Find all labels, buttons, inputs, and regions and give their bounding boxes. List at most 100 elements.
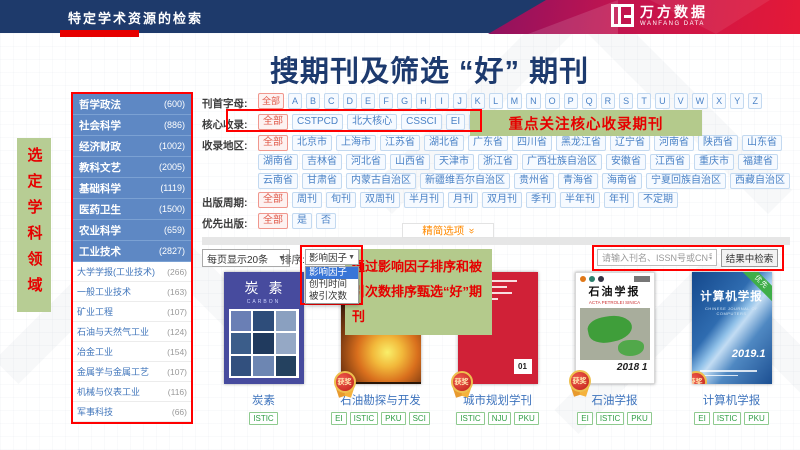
- filter-chip[interactable]: K: [471, 93, 485, 109]
- filter-chip[interactable]: 否: [316, 213, 336, 229]
- filter-chip[interactable]: 浙江省: [478, 154, 518, 170]
- filter-chip[interactable]: 福建省: [738, 154, 778, 170]
- journal-title-link[interactable]: 计算机学报: [703, 392, 761, 408]
- sort-option[interactable]: 创刊时间: [306, 279, 358, 291]
- filter-chip[interactable]: 周刊: [292, 192, 322, 208]
- filter-chip[interactable]: 新疆维吾尔自治区: [420, 173, 510, 189]
- filter-chip-selected[interactable]: 全部: [258, 135, 288, 151]
- filter-chip-selected[interactable]: 全部: [258, 114, 288, 130]
- filter-chip[interactable]: 天津市: [434, 154, 474, 170]
- search-in-results-button[interactable]: 结果中检索: [721, 249, 778, 267]
- filter-chip[interactable]: 宁夏回族自治区: [646, 173, 726, 189]
- filter-chip[interactable]: M: [507, 93, 523, 109]
- filter-chip[interactable]: J: [453, 93, 467, 109]
- filter-chip[interactable]: 西藏自治区: [730, 173, 790, 189]
- sidebar-subcategory[interactable]: 金属学与金属工艺(107): [73, 362, 191, 382]
- sort-option[interactable]: 影响因子: [306, 267, 358, 279]
- filter-chip[interactable]: 月刊: [448, 192, 478, 208]
- journal-cover-tansu[interactable]: 炭素 CARBON: [224, 272, 304, 384]
- filter-chip[interactable]: G: [397, 93, 412, 109]
- filter-chip[interactable]: 内蒙古自治区: [346, 173, 416, 189]
- filter-chip[interactable]: EI: [446, 114, 465, 130]
- filter-chip[interactable]: CSSCI: [401, 114, 442, 130]
- filter-chip[interactable]: 河南省: [654, 135, 694, 151]
- collapse-options-tab[interactable]: 精简选项 »: [402, 223, 494, 238]
- filter-chip[interactable]: 不定期: [638, 192, 678, 208]
- filter-chip[interactable]: 吉林省: [302, 154, 342, 170]
- filter-chip[interactable]: 广西壮族自治区: [522, 154, 602, 170]
- sidebar-subcategory[interactable]: 冶金工业(154): [73, 342, 191, 362]
- journal-cover-chinese-journal-of-computers[interactable]: 优先 计算机学报 CHINESE JOURNAL OF COMPUTERS 20…: [692, 272, 772, 384]
- filter-chip-selected[interactable]: 全部: [258, 93, 284, 109]
- filter-chip[interactable]: 湖北省: [424, 135, 464, 151]
- filter-chip[interactable]: 黑龙江省: [556, 135, 606, 151]
- sidebar-category[interactable]: 经济财政(1002): [73, 136, 191, 157]
- filter-chip[interactable]: 重庆市: [694, 154, 734, 170]
- journal-title-link[interactable]: 石油学报: [592, 392, 638, 408]
- sidebar-subcategory[interactable]: 机械与仪表工业(116): [73, 382, 191, 402]
- filter-chip[interactable]: 甘肃省: [302, 173, 342, 189]
- filter-chip[interactable]: 北大核心: [347, 114, 397, 130]
- sort-option[interactable]: 被引次数: [306, 291, 358, 303]
- filter-chip[interactable]: C: [324, 93, 339, 109]
- filter-chip[interactable]: H: [416, 93, 431, 109]
- filter-chip-selected[interactable]: 全部: [258, 192, 288, 208]
- filter-chip[interactable]: 年刊: [604, 192, 634, 208]
- filter-chip[interactable]: 青海省: [558, 173, 598, 189]
- filter-chip[interactable]: 安徽省: [606, 154, 646, 170]
- filter-chip[interactable]: 双周刊: [360, 192, 400, 208]
- sidebar-category[interactable]: 农业科学(659): [73, 220, 191, 241]
- filter-chip[interactable]: 上海市: [336, 135, 376, 151]
- filter-chip[interactable]: A: [288, 93, 302, 109]
- filter-chip[interactable]: CSTPCD: [292, 114, 343, 130]
- sidebar-category[interactable]: 教科文艺(2005): [73, 157, 191, 178]
- filter-chip[interactable]: 河北省: [346, 154, 386, 170]
- sidebar-category[interactable]: 医药卫生(1500): [73, 199, 191, 220]
- sidebar-subcategory[interactable]: 石油与天然气工业(124): [73, 322, 191, 342]
- filter-chip[interactable]: 江西省: [650, 154, 690, 170]
- filter-chip[interactable]: F: [379, 93, 393, 109]
- filter-chip[interactable]: L: [489, 93, 503, 109]
- filter-chip[interactable]: 湖南省: [258, 154, 298, 170]
- sort-select[interactable]: 影响因子 ▼: [305, 249, 359, 265]
- filter-chip[interactable]: 半月刊: [404, 192, 444, 208]
- journal-title-link[interactable]: 石油勘探与开发: [340, 392, 421, 408]
- filter-chip[interactable]: E: [361, 93, 375, 109]
- filter-chip[interactable]: N: [526, 93, 541, 109]
- filter-chip[interactable]: W: [692, 93, 709, 109]
- filter-chip[interactable]: 江苏省: [380, 135, 420, 151]
- filter-chip[interactable]: R: [601, 93, 616, 109]
- filter-chip[interactable]: O: [545, 93, 560, 109]
- filter-chip[interactable]: 北京市: [292, 135, 332, 151]
- filter-chip[interactable]: 陕西省: [698, 135, 738, 151]
- journal-title-link[interactable]: 炭素: [252, 392, 275, 408]
- filter-chip[interactable]: S: [619, 93, 633, 109]
- filter-chip[interactable]: 海南省: [602, 173, 642, 189]
- filter-chip[interactable]: 季刊: [526, 192, 556, 208]
- filter-chip[interactable]: Z: [748, 93, 762, 109]
- filter-chip[interactable]: 贵州省: [514, 173, 554, 189]
- page-size-select[interactable]: 每页显示20条 ▼: [202, 249, 290, 267]
- filter-chip[interactable]: D: [343, 93, 358, 109]
- filter-chip[interactable]: 旬刊: [326, 192, 356, 208]
- filter-chip[interactable]: P: [564, 93, 578, 109]
- filter-chip[interactable]: Y: [730, 93, 744, 109]
- filter-chip[interactable]: 双月刊: [482, 192, 522, 208]
- sidebar-category[interactable]: 社会科学(886): [73, 115, 191, 136]
- filter-chip[interactable]: 是: [292, 213, 312, 229]
- filter-chip[interactable]: V: [674, 93, 688, 109]
- journal-cover-acta-petrolei[interactable]: 石油学报 ACTA PETROLEI SINICA 2018 1 获奖: [575, 272, 655, 384]
- filter-chip[interactable]: U: [655, 93, 670, 109]
- filter-chip[interactable]: 广东省: [468, 135, 508, 151]
- sidebar-category[interactable]: 哲学政法(600): [73, 94, 191, 115]
- sidebar-category[interactable]: 基础科学(1119): [73, 178, 191, 199]
- wanfang-logo[interactable]: 万方数据 WANFANG DATA: [611, 4, 708, 27]
- filter-chip[interactable]: B: [306, 93, 320, 109]
- filter-chip[interactable]: I: [435, 93, 449, 109]
- filter-chip-selected[interactable]: 全部: [258, 213, 288, 229]
- sidebar-subcategory[interactable]: 一般工业技术(163): [73, 282, 191, 302]
- sidebar-category[interactable]: 工业技术(2827): [73, 241, 191, 262]
- filter-chip[interactable]: 山东省: [742, 135, 782, 151]
- sidebar-subcategory[interactable]: 军事科技(66): [73, 402, 191, 422]
- filter-chip[interactable]: 半年刊: [560, 192, 600, 208]
